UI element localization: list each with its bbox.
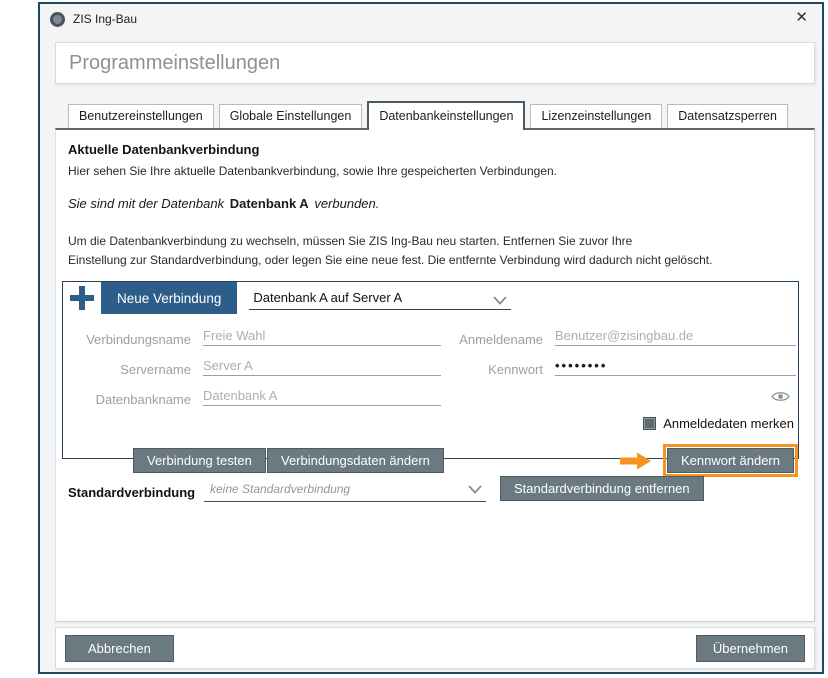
change-connection-data-button[interactable]: Verbindungsdaten ändern [267,448,444,473]
tab-content-datenbankeinstellungen: Aktuelle Datenbankverbindung Hier sehen … [55,128,815,622]
info-paragraph: Um die Datenbankverbindung zu wechseln, … [68,232,712,270]
close-icon[interactable]: ✕ [795,9,808,27]
default-connection-label: Standardverbindung [68,485,195,500]
connection-status-text: Sie sind mit der Datenbank Datenbank A v… [68,196,379,211]
anmeldename-input[interactable] [555,326,796,346]
tab-datenbankeinstellungen[interactable]: Datenbankeinstellungen [367,101,525,130]
verbindungsname-label: Verbindungsname [63,332,191,347]
apply-button[interactable]: Übernehmen [696,635,805,662]
dialog-window: ZIS Ing-Bau ✕ Programmeinstellungen Benu… [38,2,824,674]
test-connection-button[interactable]: Verbindung testen [133,448,266,473]
remove-default-connection-button[interactable]: Standardverbindung entfernen [500,476,704,501]
verbindungsname-input[interactable] [203,326,441,346]
tab-lizenzeinstellungen[interactable]: Lizenzeinstellungen [530,104,662,128]
cancel-button[interactable]: Abbrechen [65,635,174,662]
info-line-2: Einstellung zur Standardverbindung, oder… [68,253,712,267]
default-connection-select-value: keine Standardverbindung [210,482,350,496]
status-prefix: Sie sind mit der Datenbank [68,196,224,211]
tab-datensatzsperren[interactable]: Datensatzsperren [667,104,788,128]
servername-input[interactable] [203,356,441,376]
kennwort-input[interactable] [555,356,796,376]
add-connection-button[interactable] [63,282,101,314]
status-suffix: verbunden. [314,196,379,211]
page-title: Programmeinstellungen [55,42,815,84]
remember-credentials-row: Anmeldedaten merken [643,416,794,431]
tab-benutzereinstellungen[interactable]: Benutzereinstellungen [68,104,214,128]
connection-select-value: Datenbank A auf Server A [253,290,402,305]
remember-label: Anmeldedaten merken [663,416,794,431]
chevron-down-icon [493,293,507,308]
orange-arrow-right-icon [620,452,652,475]
eye-icon[interactable] [771,390,790,408]
section-title: Aktuelle Datenbankverbindung [68,142,259,157]
status-database-name: Datenbank A [228,196,311,211]
default-connection-select[interactable]: keine Standardverbindung [204,476,486,502]
datenbankname-label: Datenbankname [63,392,191,407]
new-connection-button[interactable]: Neue Verbindung [101,282,237,314]
connection-select[interactable]: Datenbank A auf Server A [249,286,511,310]
anmeldename-label: Anmeldename [443,332,543,347]
footer-bar: Abbrechen Übernehmen [55,627,815,669]
window-title: ZIS Ing-Bau [73,12,137,26]
tab-globale-einstellungen[interactable]: Globale Einstellungen [219,104,363,128]
servername-label: Servername [63,362,191,377]
plus-icon [69,285,95,311]
chevron-down-icon [468,483,482,497]
title-bar: ZIS Ing-Bau ✕ [40,4,822,34]
kennwort-label: Kennwort [443,362,543,377]
tab-bar: Benutzereinstellungen Globale Einstellun… [68,101,788,128]
info-line-1: Um die Datenbankverbindung zu wechseln, … [68,234,632,248]
section-subtitle: Hier sehen Sie Ihre aktuelle Datenbankve… [68,164,557,178]
app-logo-icon [50,12,65,27]
connection-panel: Neue Verbindung Datenbank A auf Server A… [62,281,799,459]
remember-checkbox[interactable] [643,417,656,430]
connection-panel-header: Neue Verbindung Datenbank A auf Server A [63,282,798,314]
datenbankname-input[interactable] [203,386,441,406]
change-password-button[interactable]: Kennwort ändern [667,448,794,473]
